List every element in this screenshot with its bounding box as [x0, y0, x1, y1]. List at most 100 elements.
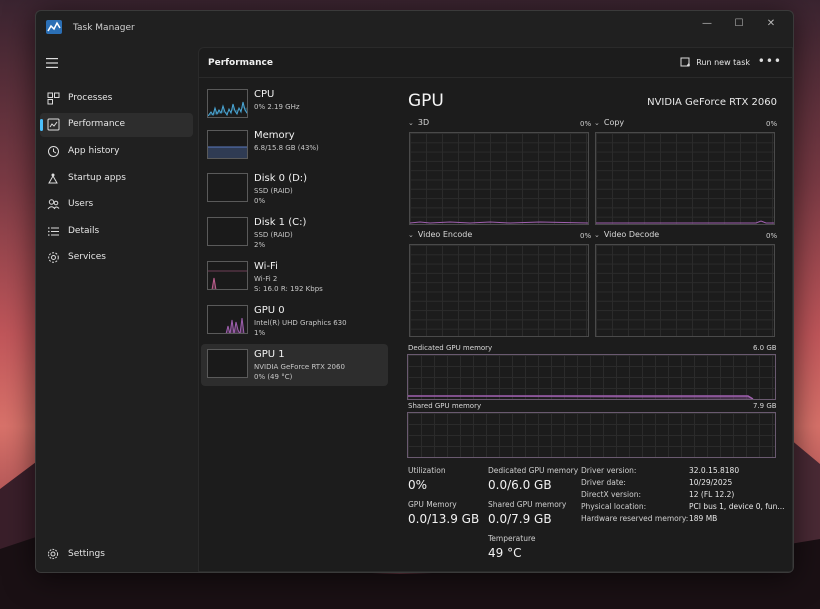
device-item-cpu[interactable]: CPU 0% 2.19 GHz — [201, 84, 388, 126]
device-name: Disk 0 (D:) — [254, 173, 308, 184]
dedicated-stat-value: 0.0/6.0 GB — [488, 478, 552, 492]
page-title: Performance — [208, 58, 273, 68]
device-usage: 0% (49 °C) — [254, 373, 293, 381]
device-thumbnail — [207, 89, 248, 118]
nav-item-users[interactable]: Users — [40, 193, 193, 217]
details-icon — [48, 227, 59, 236]
run-new-task-button[interactable]: Run new task — [680, 57, 750, 68]
nav-label: App history — [68, 146, 120, 156]
run-new-task-label: Run new task — [696, 58, 750, 67]
device-usage: 1% — [254, 329, 266, 337]
device-subtext: Wi-Fi 2 — [254, 275, 278, 283]
device-name: Memory — [254, 130, 295, 141]
nav-item-performance[interactable]: Performance — [40, 113, 193, 137]
info-value: PCI bus 1, device 0, fun... — [689, 502, 785, 511]
nav-item-services[interactable]: Services — [40, 246, 193, 270]
info-value: 32.0.15.8180 — [689, 466, 740, 475]
history-icon — [48, 146, 59, 157]
device-thumbnail — [207, 261, 248, 290]
engine-selector-3d[interactable]: ⌄ 3D — [408, 118, 429, 127]
info-value: 12 (FL 12.2) — [689, 490, 735, 499]
maximize-button[interactable]: ☐ — [723, 13, 755, 33]
graph-video-decode — [595, 244, 775, 337]
detail-title: GPU — [408, 91, 444, 111]
task-manager-app-icon — [46, 20, 62, 34]
info-key: Driver date: — [581, 478, 626, 487]
device-name: GPU 1 — [254, 349, 285, 360]
window-title: Task Manager — [73, 23, 135, 33]
nav-item-details[interactable]: Details — [40, 220, 193, 244]
content-pane: Performance Run new task ••• CPU 0% 2.19… — [198, 47, 793, 572]
engine-selector-copy[interactable]: ⌄ Copy — [594, 118, 624, 127]
close-button[interactable]: ✕ — [755, 13, 787, 33]
shared-stat-value: 0.0/7.9 GB — [488, 512, 552, 526]
more-options-button[interactable]: ••• — [758, 54, 782, 68]
device-subtext: SSD (RAID) — [254, 231, 293, 239]
chevron-down-icon: ⌄ — [408, 230, 414, 239]
device-subtext: SSD (RAID) — [254, 187, 293, 195]
engine-selector-video-decode[interactable]: ⌄ Video Decode — [594, 230, 659, 239]
nav-item-processes[interactable]: Processes — [40, 87, 193, 111]
gpu-memory-value: 0.0/13.9 GB — [408, 512, 480, 526]
startup-icon — [48, 173, 58, 184]
title-bar: Task Manager — ☐ ✕ — [36, 11, 793, 47]
device-subtext: 6.8/15.8 GB (43%) — [254, 144, 319, 152]
nav-label: Startup apps — [68, 173, 126, 183]
nav-item-app-history[interactable]: App history — [40, 140, 193, 164]
nav-item-startup-apps[interactable]: Startup apps — [40, 167, 193, 191]
active-indicator — [40, 119, 43, 131]
engine-selector-video-encode[interactable]: ⌄ Video Encode — [408, 230, 472, 239]
run-task-icon — [680, 57, 691, 67]
device-thumbnail — [207, 130, 248, 159]
minimize-button[interactable]: — — [691, 13, 723, 33]
services-icon — [48, 252, 59, 263]
task-manager-window: Task Manager — ☐ ✕ Processes Performance… — [35, 10, 794, 573]
device-item-gpu0[interactable]: GPU 0 Intel(R) UHD Graphics 630 1% — [201, 300, 388, 342]
utilization-label: Utilization — [408, 466, 446, 475]
device-thumbnail — [207, 217, 248, 246]
dedicated-memory-graph — [407, 354, 776, 400]
gpu-memory-label: GPU Memory — [408, 500, 457, 509]
engine-percent: 0% — [766, 120, 778, 128]
nav-item-settings[interactable]: Settings — [40, 544, 193, 566]
info-value: 10/29/2025 — [689, 478, 733, 487]
performance-icon — [47, 118, 60, 131]
dedicated-stat-label: Dedicated GPU memory — [488, 466, 579, 475]
shared-memory-graph — [407, 412, 776, 458]
shared-stat-label: Shared GPU memory — [488, 500, 567, 509]
device-thumbnail — [207, 305, 248, 334]
device-item-wifi[interactable]: Wi-Fi Wi-Fi 2 S: 16.0 R: 192 Kbps — [201, 256, 388, 298]
device-item-disk0[interactable]: Disk 0 (D:) SSD (RAID) 0% — [201, 168, 388, 210]
graph-copy — [595, 132, 775, 225]
device-usage: 2% — [254, 241, 266, 249]
shared-memory-label: Shared GPU memory — [408, 402, 482, 410]
device-subtext: 0% 2.19 GHz — [254, 103, 300, 111]
device-usage: 0% — [254, 197, 266, 205]
gpu-device-name: NVIDIA GeForce RTX 2060 — [647, 97, 777, 108]
device-thumbnail — [207, 173, 248, 202]
hamburger-menu-icon[interactable] — [46, 57, 60, 69]
device-thumbnail — [207, 349, 248, 378]
device-list: CPU 0% 2.19 GHz Memory 6.8/15.8 GB (43%)… — [199, 78, 389, 571]
utilization-value: 0% — [408, 478, 428, 492]
device-item-memory[interactable]: Memory 6.8/15.8 GB (43%) — [201, 125, 388, 167]
device-item-disk1[interactable]: Disk 1 (C:) SSD (RAID) 2% — [201, 212, 388, 254]
chevron-down-icon: ⌄ — [408, 118, 414, 127]
device-name: Wi-Fi — [254, 261, 278, 272]
temperature-label: Temperature — [488, 534, 536, 543]
processes-icon — [47, 92, 60, 105]
device-item-gpu1[interactable]: GPU 1 NVIDIA GeForce RTX 2060 0% (49 °C) — [201, 344, 388, 386]
engine-percent: 0% — [580, 232, 592, 240]
info-key: Driver version: — [581, 466, 637, 475]
gpu-detail-panel: GPU NVIDIA GeForce RTX 2060 ⌄ 3D 0% ⌄ Co… — [407, 78, 792, 571]
content-header: Performance Run new task ••• — [199, 48, 792, 78]
engine-percent: 0% — [580, 120, 592, 128]
device-name: CPU — [254, 89, 275, 100]
chevron-down-icon: ⌄ — [594, 118, 600, 127]
shared-memory-max: 7.9 GB — [753, 402, 777, 410]
nav-label: Performance — [68, 119, 126, 129]
info-key: Physical location: — [581, 502, 647, 511]
temperature-value: 49 °C — [488, 546, 522, 560]
info-key: DirectX version: — [581, 490, 641, 499]
gear-icon — [47, 548, 59, 560]
